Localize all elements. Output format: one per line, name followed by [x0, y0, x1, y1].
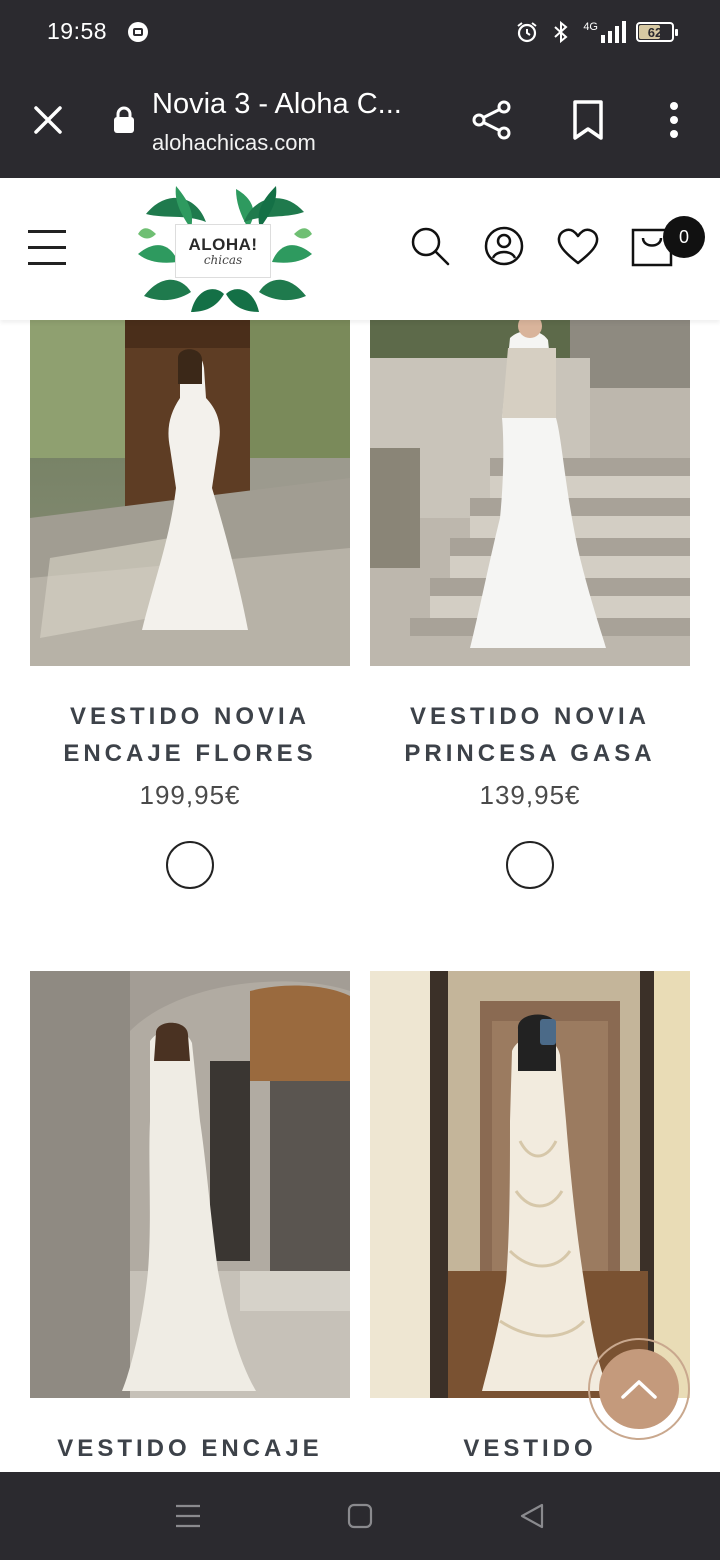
- product-card[interactable]: VESTIDO NOVIA ENCAJE FLORES 199,95€: [30, 318, 350, 889]
- status-bar: 19:58 4G 62: [0, 0, 720, 64]
- browser-toolbar: Novia 3 - Aloha C... alohachicas.com: [0, 64, 720, 178]
- cart-count-badge[interactable]: 0: [663, 216, 705, 258]
- product-name-line: VESTIDO ENCAJE: [57, 1435, 323, 1462]
- message-notification-icon: [128, 22, 148, 42]
- color-swatch[interactable]: [166, 841, 214, 889]
- close-icon[interactable]: [30, 102, 66, 138]
- product-name-line: VESTIDO NOVIA: [69, 703, 311, 730]
- battery-icon: 62: [636, 22, 678, 42]
- chevron-up-icon: [621, 1380, 657, 1399]
- network-type: 4G: [583, 21, 598, 33]
- page-title[interactable]: Novia 3 - Aloha C...: [152, 88, 432, 121]
- lock-icon: [114, 106, 134, 133]
- alarm-icon: [517, 22, 537, 43]
- product-card[interactable]: VESTIDO ENCAJE: [30, 971, 350, 1467]
- product-name-line: VESTIDO NOVIA: [409, 703, 651, 730]
- menu-icon[interactable]: [28, 230, 68, 266]
- product-image[interactable]: [30, 971, 350, 1398]
- product-card[interactable]: VESTIDO NOVIA PRINCESA GASA 139,95€: [370, 318, 690, 889]
- product-name-line: ENCAJE FLORES: [63, 740, 317, 767]
- product-price: 199,95€: [139, 780, 241, 810]
- signal-icon: [601, 21, 626, 43]
- back-icon[interactable]: [518, 1502, 546, 1530]
- color-swatch[interactable]: [506, 841, 554, 889]
- system-navigation-bar: [0, 1472, 720, 1560]
- product-image[interactable]: [30, 318, 350, 666]
- recent-apps-icon[interactable]: [174, 1502, 202, 1530]
- site-header: ALOHA! chicas 0: [0, 178, 720, 320]
- search-icon[interactable]: [410, 226, 450, 266]
- product-name[interactable]: VESTIDO NOVIA ENCAJE FLORES: [30, 698, 350, 772]
- bluetooth-icon: [554, 20, 568, 44]
- logo-text: ALOHA!: [188, 235, 258, 254]
- logo-badge: ALOHA! chicas: [175, 224, 271, 278]
- product-name[interactable]: VESTIDO ENCAJE: [30, 1430, 350, 1467]
- site-logo[interactable]: ALOHA! chicas: [136, 184, 314, 314]
- back-to-top-button[interactable]: [588, 1338, 690, 1440]
- wishlist-heart-icon[interactable]: [556, 228, 600, 266]
- bookmark-icon[interactable]: [568, 98, 608, 142]
- clock: 19:58: [47, 18, 108, 44]
- share-icon[interactable]: [470, 98, 514, 142]
- product-name-line: PRINCESA GASA: [404, 740, 656, 767]
- logo-subtext: chicas: [203, 253, 243, 267]
- account-icon[interactable]: [484, 226, 524, 266]
- product-price: 139,95€: [479, 780, 581, 810]
- status-icons: 4G 62: [515, 18, 678, 46]
- home-icon[interactable]: [347, 1502, 373, 1530]
- battery-level: 62: [647, 24, 663, 40]
- back-to-top-inner: [599, 1349, 679, 1429]
- product-image[interactable]: [370, 971, 690, 1398]
- product-image[interactable]: [370, 318, 690, 666]
- url-text[interactable]: alohachicas.com: [152, 130, 316, 156]
- more-menu-icon[interactable]: [660, 98, 688, 142]
- product-name[interactable]: VESTIDO NOVIA PRINCESA GASA: [370, 698, 690, 772]
